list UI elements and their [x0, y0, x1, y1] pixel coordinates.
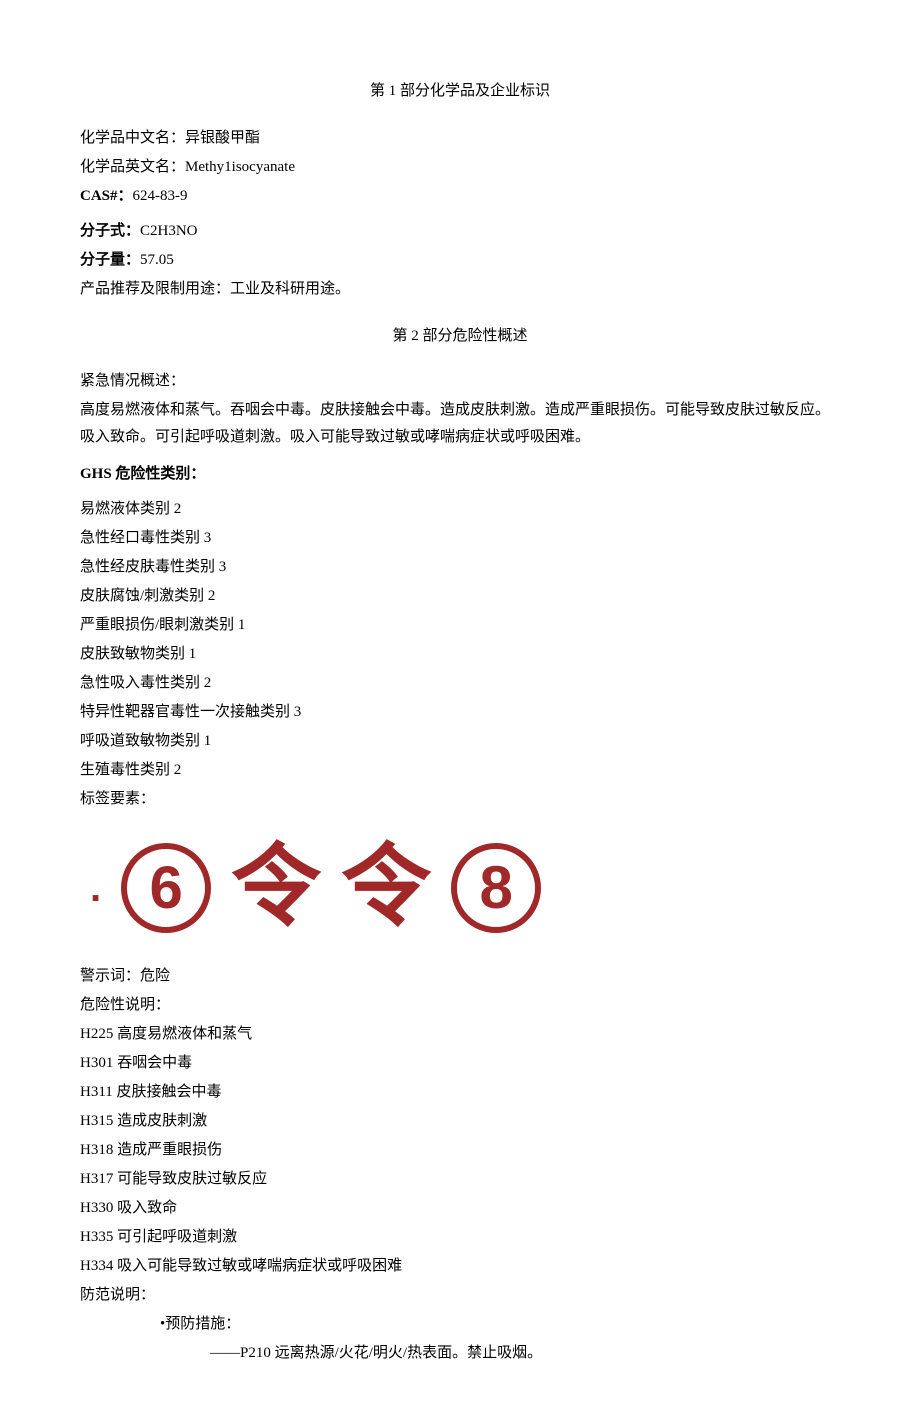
ghs-class-item: 急性经皮肤毒性类别 3 — [80, 554, 840, 581]
hazard-statement-item: H225 高度易燃液体和蒸气 — [80, 1021, 840, 1048]
ghs-class-item: 急性经口毒性类别 3 — [80, 525, 840, 552]
pictogram-6-icon: 6 — [121, 843, 211, 933]
mw-value: 57.05 — [140, 252, 174, 268]
cas-value: 624-83-9 — [133, 188, 188, 204]
english-name-value: Methy1isocyanate — [185, 159, 295, 175]
english-name-label: 化学品英文名： — [80, 159, 185, 175]
formula-label: 分子式： — [80, 223, 140, 239]
ghs-class-item: 皮肤腐蚀/刺激类别 2 — [80, 583, 840, 610]
field-english-name: 化学品英文名：Methy1isocyanate — [80, 154, 840, 181]
field-formula: 分子式：C2H3NO — [80, 218, 840, 245]
ghs-class-item: 特异性靶器官毒性一次接触类别 3 — [80, 699, 840, 726]
hazard-statement-item: H301 吞咽会中毒 — [80, 1050, 840, 1077]
ghs-class-item: 呼吸道致敏物类别 1 — [80, 728, 840, 755]
chinese-name-label: 化学品中文名： — [80, 130, 185, 146]
use-value: 工业及科研用途。 — [230, 281, 350, 297]
pictogram-dot-icon: . — [90, 868, 101, 908]
hazard-statement-item: H311 皮肤接触会中毒 — [80, 1079, 840, 1106]
pictogram-ling-1-icon: 令 — [231, 843, 321, 933]
section-1-title: 第 1 部分化学品及企业标识 — [80, 78, 840, 105]
signal-label: 警示词： — [80, 968, 140, 984]
label-elements: 标签要素： — [80, 786, 840, 813]
field-cas: CAS#：624-83-9 — [80, 183, 840, 210]
hazard-statement-item: H334 吸入可能导致过敏或哮喘病症状或呼吸困难 — [80, 1253, 840, 1280]
precaution-label: 防范说明： — [80, 1282, 840, 1309]
signal-word-row: 警示词：危险 — [80, 963, 840, 990]
pictogram-ling-2-icon: 令 — [341, 843, 431, 933]
hazard-statement-item: H317 可能导致皮肤过敏反应 — [80, 1166, 840, 1193]
pictogram-row: . 6 令 令 8 — [80, 843, 840, 933]
cas-label: CAS#： — [80, 188, 133, 204]
formula-value: C2H3NO — [140, 223, 198, 239]
hazard-statement-item: H318 造成严重眼损伤 — [80, 1137, 840, 1164]
prevention-label: •预防措施： — [80, 1311, 840, 1338]
hazard-statement-list: H225 高度易燃液体和蒸气 H301 吞咽会中毒 H311 皮肤接触会中毒 H… — [80, 1021, 840, 1280]
hazard-statement-label: 危险性说明： — [80, 992, 840, 1019]
field-use: 产品推荐及限制用途：工业及科研用途。 — [80, 276, 840, 303]
ghs-class-item: 皮肤致敏物类别 1 — [80, 641, 840, 668]
hazard-statement-item: H335 可引起呼吸道刺激 — [80, 1224, 840, 1251]
section-2-title: 第 2 部分危险性概述 — [80, 323, 840, 350]
field-chinese-name: 化学品中文名：异银酸甲酯 — [80, 125, 840, 152]
ghs-label: GHS 危险性类别： — [80, 461, 840, 488]
hazard-statement-item: H330 吸入致命 — [80, 1195, 840, 1222]
signal-value: 危险 — [140, 968, 170, 984]
use-label: 产品推荐及限制用途： — [80, 281, 230, 297]
hazard-statement-item: H315 造成皮肤刺激 — [80, 1108, 840, 1135]
pictogram-8-icon: 8 — [451, 843, 541, 933]
emergency-text: 高度易燃液体和蒸气。吞咽会中毒。皮肤接触会中毒。造成皮肤刺激。造成严重眼损伤。可… — [80, 397, 840, 451]
ghs-class-list: 易燃液体类别 2 急性经口毒性类别 3 急性经皮肤毒性类别 3 皮肤腐蚀/刺激类… — [80, 496, 840, 784]
ghs-class-item: 生殖毒性类别 2 — [80, 757, 840, 784]
ghs-class-item: 严重眼损伤/眼刺激类别 1 — [80, 612, 840, 639]
chinese-name-value: 异银酸甲酯 — [185, 130, 260, 146]
prevention-item: ——P210 远离热源/火花/明火/热表面。禁止吸烟。 — [80, 1340, 840, 1367]
mw-label: 分子量： — [80, 252, 140, 268]
emergency-label: 紧急情况概述： — [80, 368, 840, 395]
field-mw: 分子量：57.05 — [80, 247, 840, 274]
ghs-class-item: 急性吸入毒性类别 2 — [80, 670, 840, 697]
ghs-class-item: 易燃液体类别 2 — [80, 496, 840, 523]
